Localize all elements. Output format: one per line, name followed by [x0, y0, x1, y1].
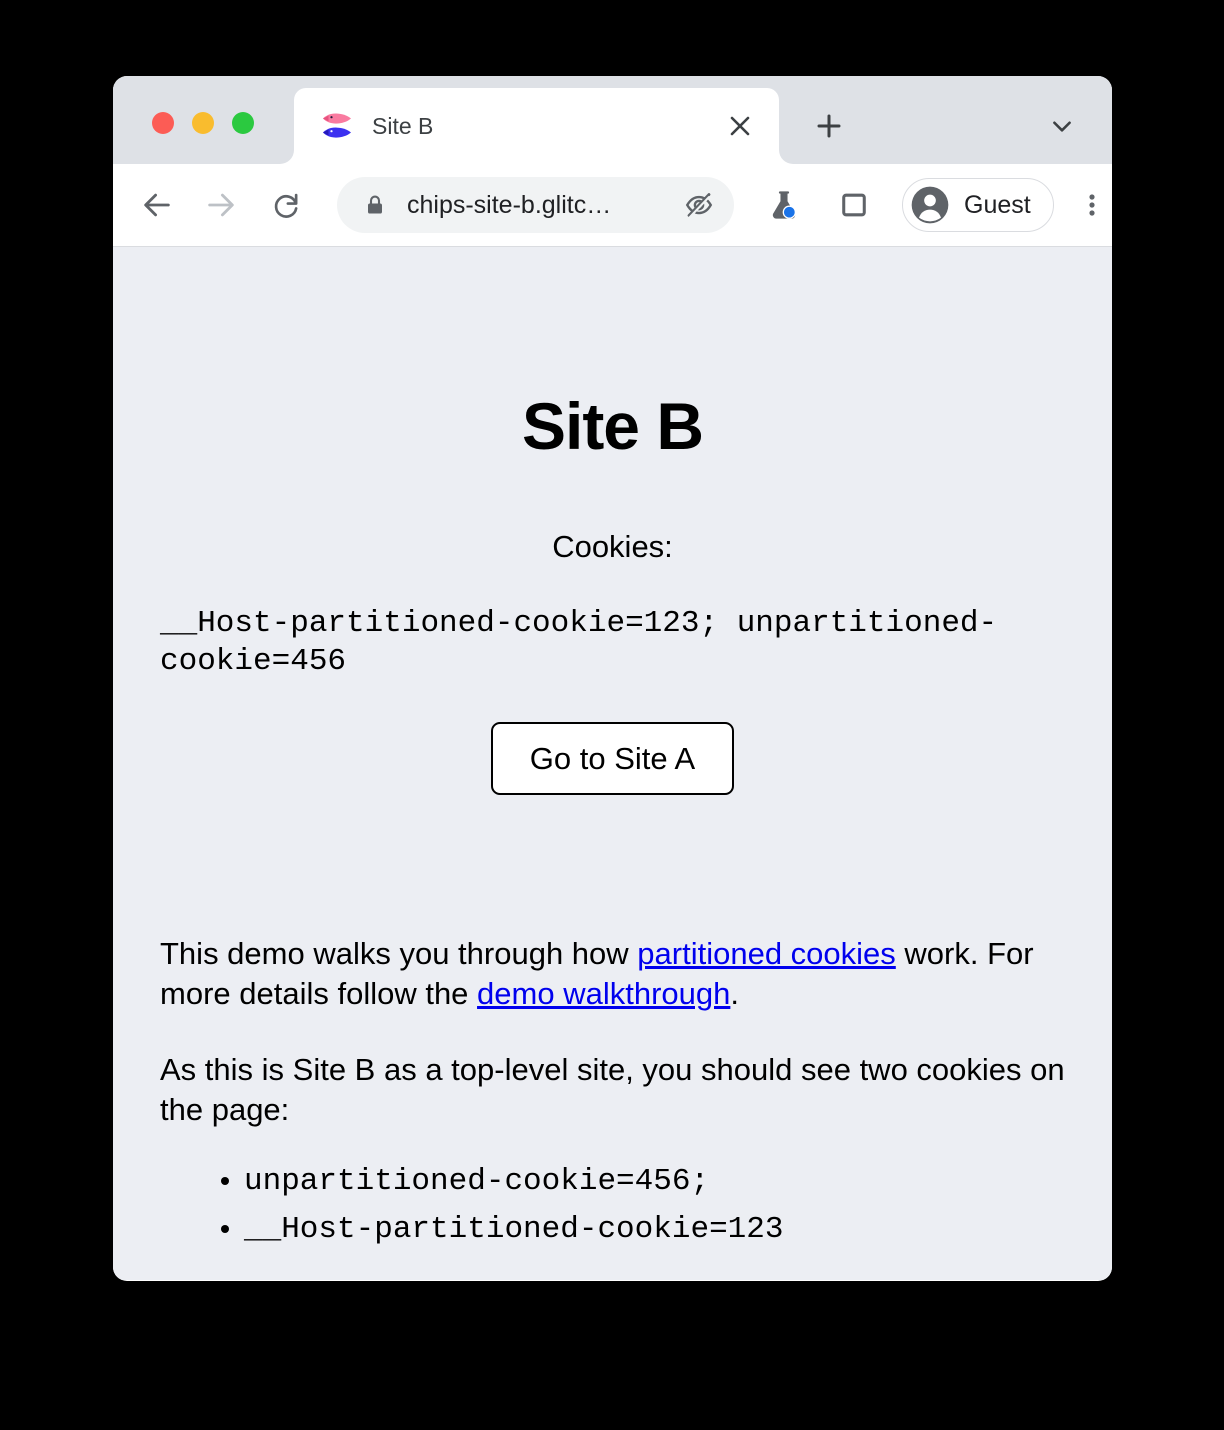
minimize-window-button[interactable]	[192, 112, 214, 134]
address-bar[interactable]: chips-site-b.glitc…	[337, 177, 734, 233]
flask-badge-dot	[784, 206, 795, 218]
browser-toolbar: chips-site-b.glitc… Guest	[113, 164, 1112, 247]
two-fish-icon	[323, 113, 351, 138]
reload-button[interactable]	[262, 181, 310, 229]
chevron-down-icon	[1053, 121, 1071, 132]
list-item: __Host-partitioned-cookie=123	[244, 1206, 1065, 1254]
site-description-paragraph: As this is Site B as a top-level site, y…	[160, 1052, 1065, 1127]
url-text: chips-site-b.glitc…	[407, 190, 612, 219]
lock-icon	[368, 195, 382, 214]
close-window-button[interactable]	[152, 112, 174, 134]
page-content: Site B Cookies: __Host-partitioned-cooki…	[113, 247, 1112, 1280]
window-controls	[152, 112, 254, 134]
tab-strip: Site B	[113, 76, 1112, 164]
side-panel-icon	[842, 193, 866, 217]
reload-icon	[274, 193, 298, 218]
intro-paragraph: This demo walks you through how partitio…	[160, 795, 1065, 1013]
back-button[interactable]	[133, 181, 181, 229]
forward-arrow-icon	[208, 193, 234, 217]
page-title: Site B	[521, 389, 704, 463]
partitioned-cookies-link[interactable]: partitioned cookies	[637, 936, 896, 971]
browser-window: Site B chips-site-b.glitc… Guest Site B …	[113, 76, 1112, 1281]
overflow-menu-button[interactable]	[1072, 183, 1112, 227]
plus-icon	[817, 114, 841, 138]
forward-button[interactable]	[197, 181, 245, 229]
three-dots-icon	[1089, 194, 1095, 216]
eye-slash-icon[interactable]	[684, 190, 714, 220]
tab-title: Site B	[372, 112, 434, 139]
go-to-site-a-button[interactable]: Go to Site A	[490, 721, 735, 795]
cookies-label: Cookies:	[552, 529, 673, 564]
tab-close-icon[interactable]	[723, 109, 757, 143]
tab-list-button[interactable]	[1042, 106, 1082, 146]
flask-icon	[772, 191, 796, 219]
back-arrow-icon	[144, 193, 170, 217]
list-item: unpartitioned-cookie=456;	[244, 1158, 1065, 1206]
experiments-flask-button[interactable]	[762, 183, 806, 227]
account-circle-icon	[911, 186, 949, 224]
cookie-string-value: __Host-partitioned-cookie=123; unpartiti…	[160, 606, 998, 680]
profile-button[interactable]: Guest	[902, 178, 1054, 232]
cookie-list: unpartitioned-cookie=456; __Host-partiti…	[160, 1130, 1065, 1254]
intro-text-part1: This demo walks you through how	[160, 935, 638, 971]
new-tab-button[interactable]	[807, 104, 851, 148]
side-panel-button[interactable]	[832, 183, 876, 227]
profile-label: Guest	[964, 190, 1031, 219]
maximize-window-button[interactable]	[232, 112, 254, 134]
tab-site-b[interactable]: Site B	[294, 88, 779, 164]
demo-walkthrough-link[interactable]: demo walkthrough	[477, 976, 730, 1011]
button-row: Go to Site A	[160, 721, 1065, 795]
intro-text-part3: .	[730, 975, 739, 1011]
